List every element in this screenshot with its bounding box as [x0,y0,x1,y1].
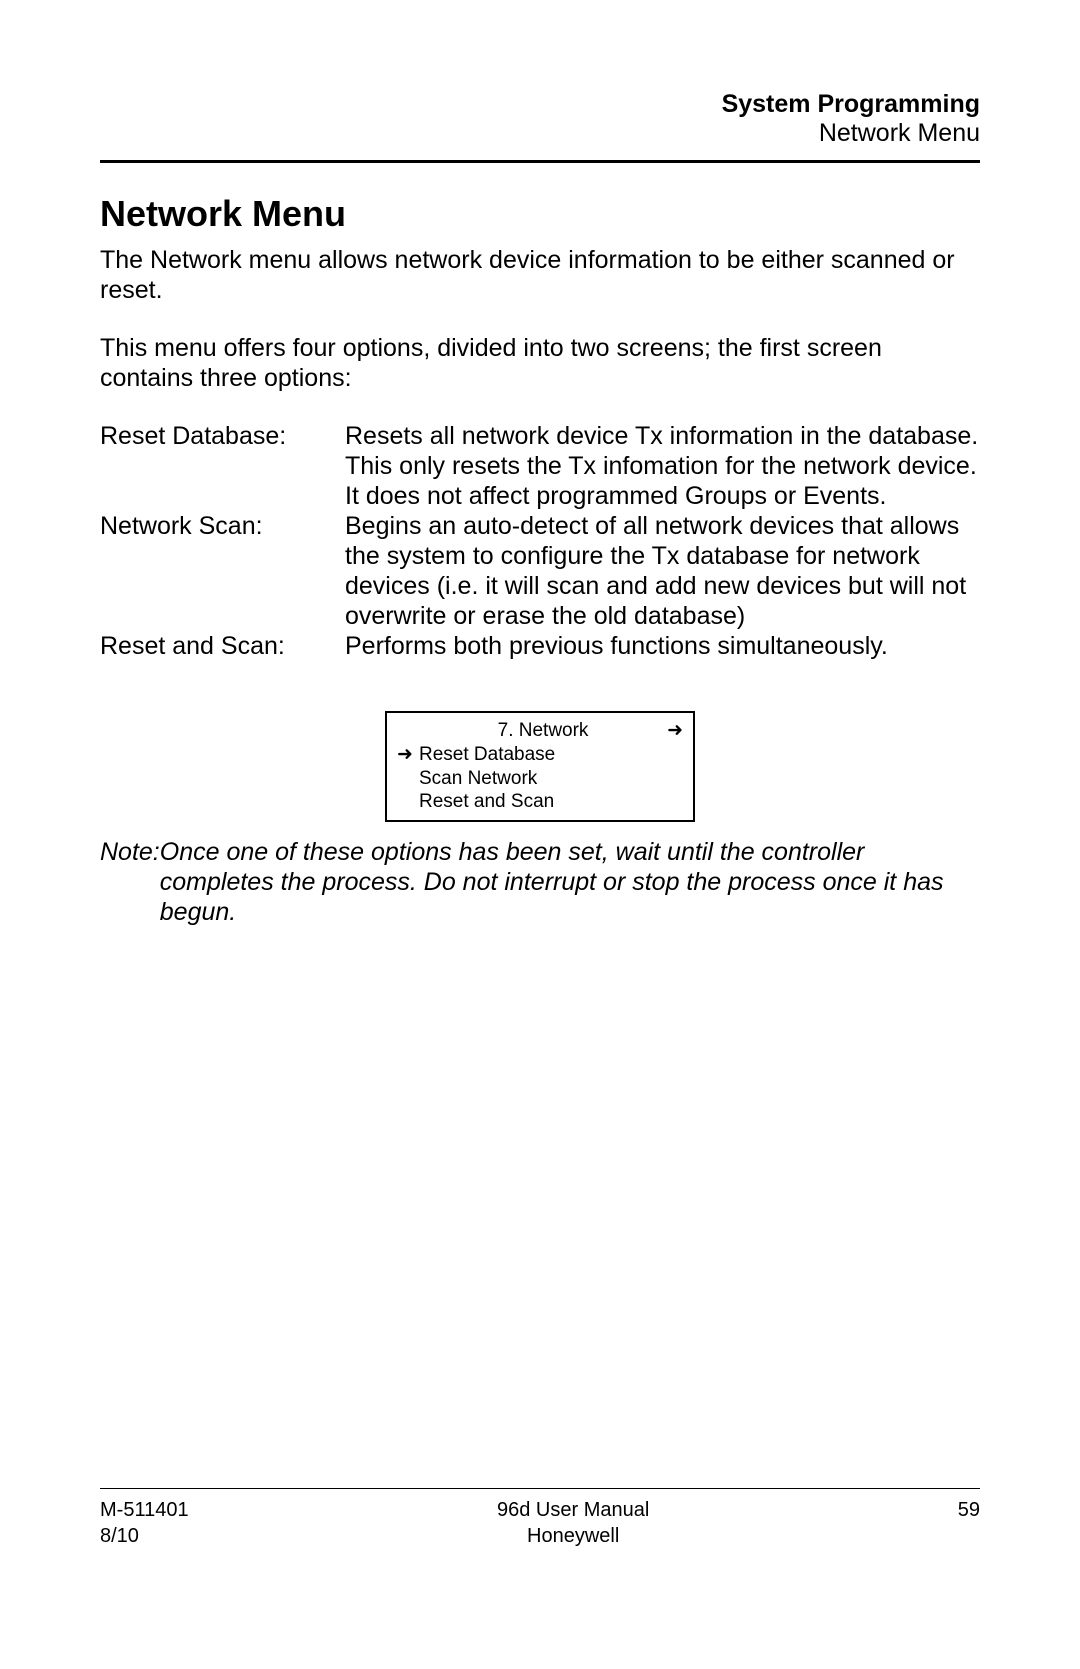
header-divider [100,160,980,163]
paragraph-intro: The Network menu allows network device i… [100,245,980,305]
doc-number: M-511401 [100,1497,189,1523]
page-number: 59 [958,1497,980,1523]
footer-center: 96d User Manual Honeywell [497,1497,649,1549]
option-row: Network Scan: Begins an auto-detect of a… [100,511,980,631]
lcd-display: 7. Network ➜ ➜ Reset Database Scan Netwo… [385,711,695,822]
doc-company: Honeywell [497,1523,649,1549]
doc-date: 8/10 [100,1523,189,1549]
option-label: Reset Database: [100,421,345,511]
option-row: Reset and Scan: Performs both previous f… [100,631,980,661]
option-label: Network Scan: [100,511,345,631]
footer-right: 59 [958,1497,980,1549]
header-title: System Programming [100,90,980,119]
lcd-item: Scan Network [419,767,537,791]
note-paragraph: Note: Once one of these options has been… [100,837,980,927]
arrow-right-icon: ➜ [397,743,419,767]
doc-title: 96d User Manual [497,1497,649,1523]
lcd-item-row: ➜ Reset Database [397,743,683,767]
paragraph-options-intro: This menu offers four options, divided i… [100,333,980,393]
lcd-item-row: Scan Network [397,767,683,791]
note-label: Note: [100,837,160,927]
option-label: Reset and Scan: [100,631,345,661]
option-description: Performs both previous functions simulta… [345,631,980,661]
options-list: Reset Database: Resets all network devic… [100,421,980,661]
option-description: Begins an auto-detect of all network dev… [345,511,980,631]
lcd-item-row: Reset and Scan [397,790,683,814]
note-text: Once one of these options has been set, … [160,837,980,927]
footer-divider [100,1488,980,1489]
lcd-item: Reset and Scan [419,790,554,814]
section-title: Network Menu [100,193,980,235]
page-footer: M-511401 8/10 96d User Manual Honeywell … [100,1488,980,1549]
option-description: Resets all network device Tx information… [345,421,980,511]
page-header: System Programming Network Menu [100,90,980,148]
footer-row: M-511401 8/10 96d User Manual Honeywell … [100,1497,980,1549]
option-row: Reset Database: Resets all network devic… [100,421,980,511]
lcd-item: Reset Database [419,743,555,767]
footer-left: M-511401 8/10 [100,1497,189,1549]
arrow-right-icon: ➜ [667,719,683,743]
header-subtitle: Network Menu [100,119,980,148]
lcd-title-row: 7. Network ➜ [397,719,683,743]
lcd-title: 7. Network [419,719,667,743]
